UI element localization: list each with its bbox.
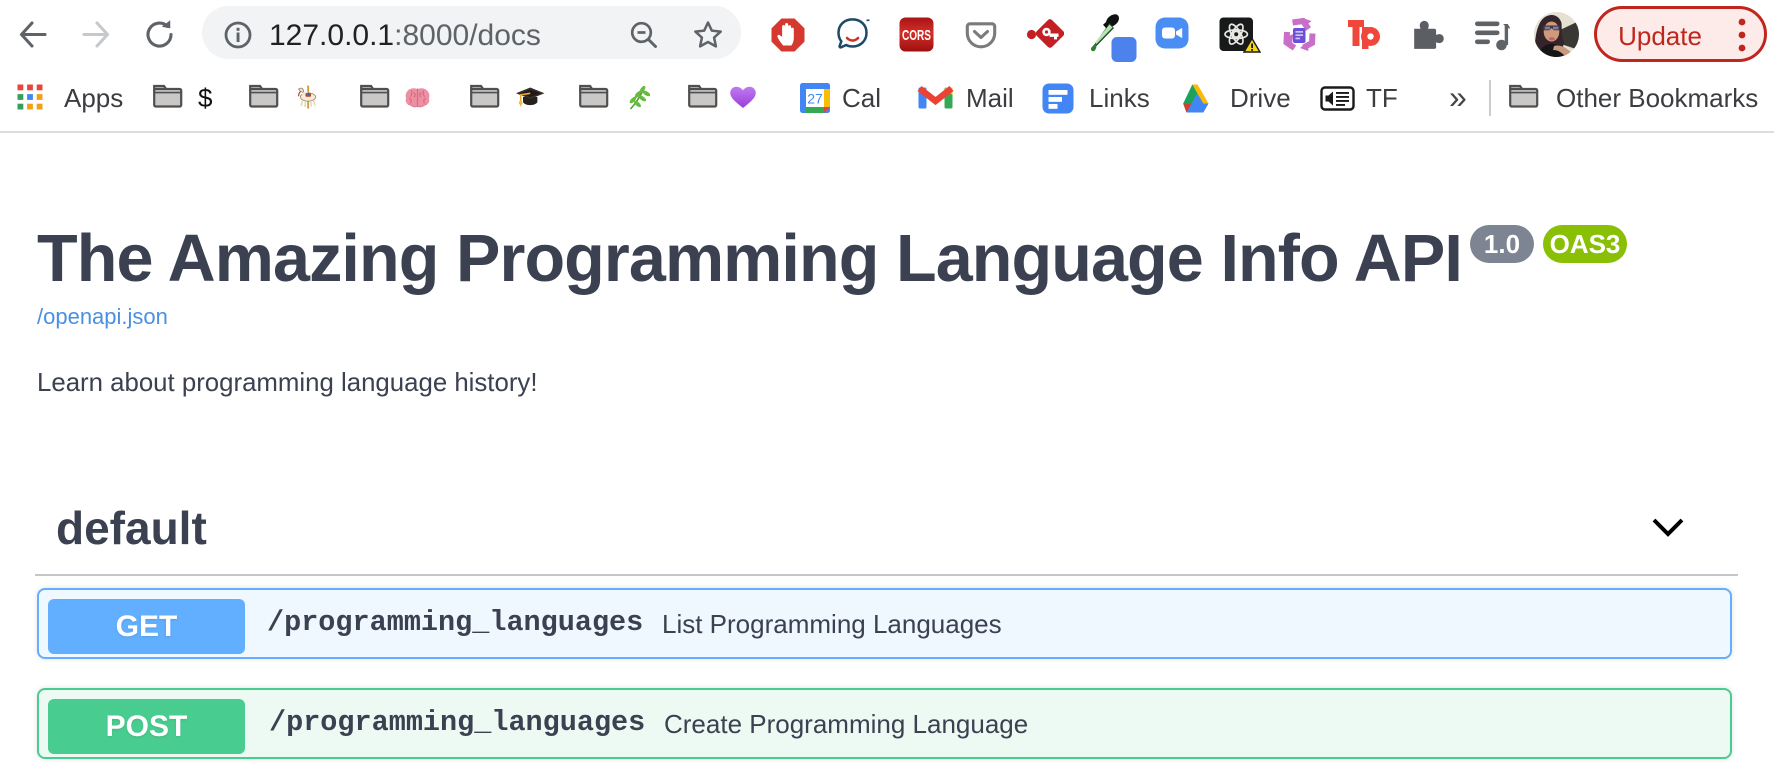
svg-text:CORS: CORS: [902, 27, 931, 44]
svg-text:27: 27: [807, 91, 823, 107]
